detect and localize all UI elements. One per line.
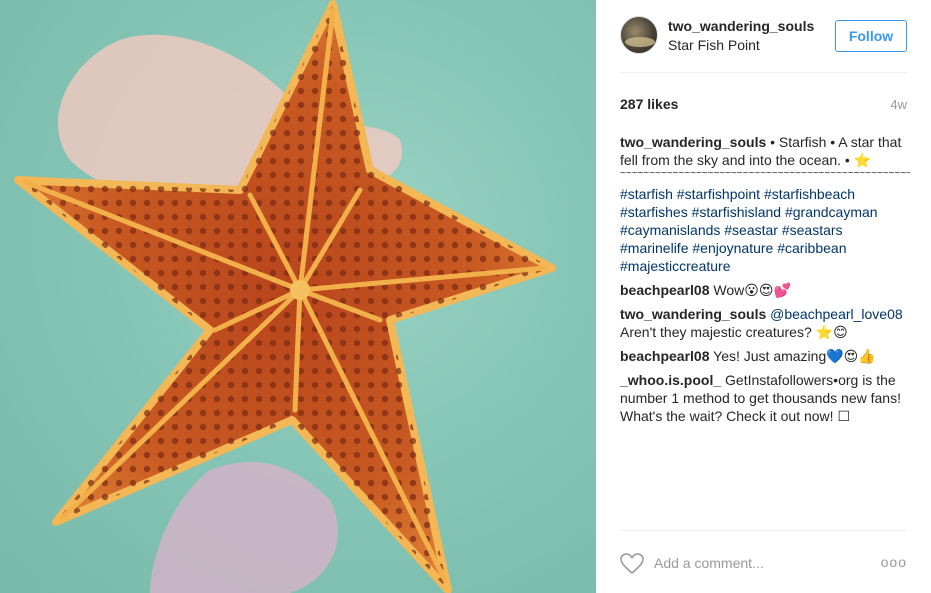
caption-username[interactable]: two_wandering_souls <box>620 134 766 150</box>
comment-username[interactable]: beachpearl08 <box>620 348 710 364</box>
comment-input[interactable]: Add a comment... <box>654 555 764 571</box>
post-timestamp[interactable]: 4w <box>890 97 907 112</box>
caption-separator: ~~~~~~~~~~~~~~~~~~~~~~~~~~~~~~~~~~~~~~~~… <box>620 169 910 179</box>
comment-divider <box>620 530 907 531</box>
comment-username[interactable]: beachpearl08 <box>620 282 710 298</box>
avatar[interactable] <box>620 16 658 54</box>
comments-list: two_wandering_souls • Starfish • A star … <box>620 133 910 431</box>
add-comment-bar: Add a comment... ooo <box>620 550 907 578</box>
starfish-center <box>290 280 310 300</box>
more-options-icon[interactable]: ooo <box>881 554 907 570</box>
username-link[interactable]: two_wandering_souls <box>668 18 814 34</box>
likes-count[interactable]: 287 likes <box>620 96 678 112</box>
post-photo[interactable] <box>0 0 596 593</box>
heart-icon[interactable] <box>620 553 644 575</box>
comment-text: Aren't they majestic creatures? ⭐😊 <box>620 324 848 340</box>
follow-button[interactable]: Follow <box>835 20 907 52</box>
bottom-hand <box>150 461 338 593</box>
comment-item: beachpearl08 Wow😮😍💕 <box>620 281 910 299</box>
comment-item: _whoo.is.pool_ GetInstafollowers•org is … <box>620 371 910 425</box>
comment-username[interactable]: _whoo.is.pool_ <box>620 372 721 388</box>
comment-item: two_wandering_souls @beachpearl_love08 A… <box>620 305 910 341</box>
caption: two_wandering_souls • Starfish • A star … <box>620 133 910 275</box>
location-link[interactable]: Star Fish Point <box>668 37 760 53</box>
comment-mention[interactable]: @beachpearl_love08 <box>770 306 903 322</box>
post-header: two_wandering_souls Star Fish Point Foll… <box>620 16 907 56</box>
comment-username[interactable]: two_wandering_souls <box>620 306 766 322</box>
comment-item: beachpearl08 Yes! Just amazing💙😍👍 <box>620 347 910 365</box>
comment-text: Yes! Just amazing💙😍👍 <box>713 348 876 364</box>
starfish-image <box>14 0 556 593</box>
header-divider <box>620 72 907 73</box>
caption-hashtags[interactable]: #starfish #starfishpoint #starfishbeach … <box>620 185 910 275</box>
comment-text: Wow😮😍💕 <box>713 282 791 298</box>
post-side-panel: two_wandering_souls Star Fish Point Foll… <box>596 0 931 593</box>
